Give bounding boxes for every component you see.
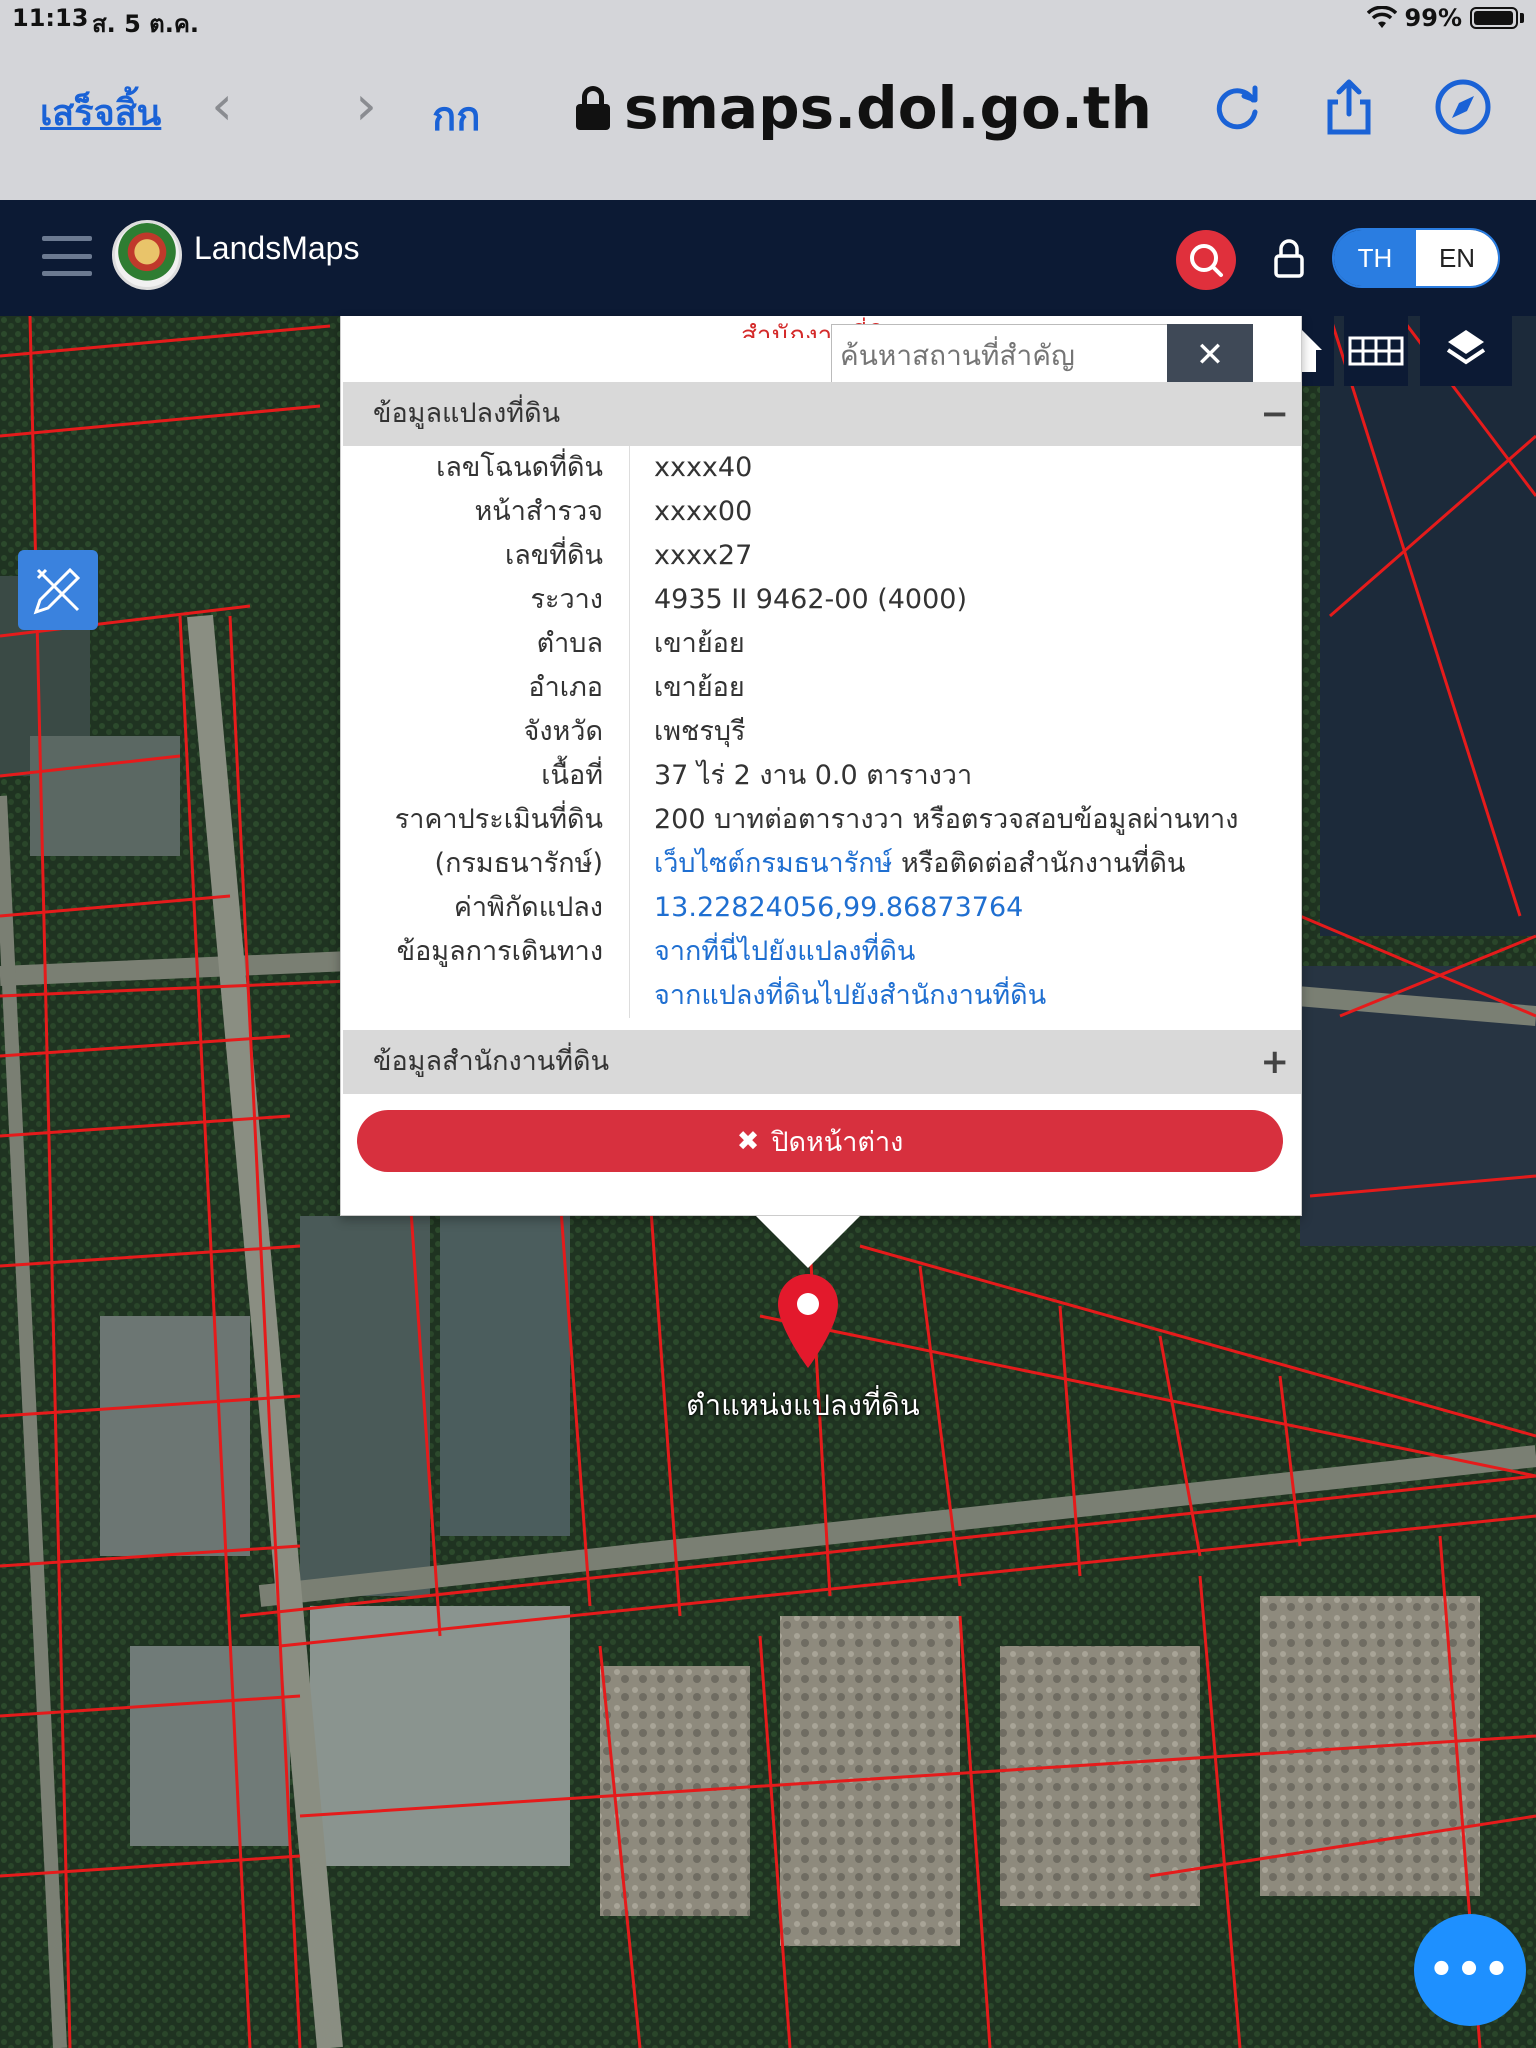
search-clear-button[interactable]: ✕ bbox=[1167, 324, 1253, 386]
landmark-search-box[interactable] bbox=[831, 324, 1171, 386]
row-coordinates: ค่าพิกัดแปลง 13.22824056,99.86873764 bbox=[343, 886, 1301, 930]
address-bar[interactable]: smaps.dol.go.th bbox=[576, 74, 1152, 142]
row-value: จากแปลงที่ดินไปยังสำนักงานที่ดิน bbox=[629, 974, 1301, 1018]
contact-office-text: หรือติดต่อสำนักงานที่ดิน bbox=[892, 848, 1186, 879]
directions-to-parcel-link[interactable]: จากที่นี่ไปยังแปลงที่ดิน bbox=[654, 936, 915, 967]
parcel-info-popup: สำนักงานที่ดิน ✕ ข้อมูลแปลงที่ดิน − เลขโ… bbox=[340, 316, 1302, 1216]
row-value: 37 ไร่ 2 งาน 0.0 ตารางวา bbox=[629, 754, 1301, 798]
row-map-sheet: ระวาง 4935 II 9462-00 (4000) bbox=[343, 578, 1301, 622]
directions-to-office-link[interactable]: จากแปลงที่ดินไปยังสำนักงานที่ดิน bbox=[654, 980, 1046, 1011]
row-survey-page: หน้าสำรวจ xxxx00 bbox=[343, 490, 1301, 534]
parcel-section-header[interactable]: ข้อมูลแปลงที่ดิน − bbox=[343, 382, 1301, 446]
done-button[interactable]: เสร็จสิ้น bbox=[40, 84, 161, 141]
row-label: อำเภอ bbox=[528, 672, 603, 703]
location-pin-icon[interactable] bbox=[772, 1272, 844, 1372]
share-icon[interactable] bbox=[1320, 78, 1378, 136]
row-deed-number: เลขโฉนดที่ดิน xxxx40 bbox=[343, 446, 1301, 490]
row-value: จากที่นี่ไปยังแปลงที่ดิน bbox=[629, 930, 1301, 974]
row-value: 4935 II 9462-00 (4000) bbox=[629, 578, 1301, 622]
landmark-search-input[interactable] bbox=[832, 325, 1170, 385]
treasury-website-link[interactable]: เว็บไซต์กรมธนารักษ์ bbox=[654, 848, 892, 879]
row-value: xxxx00 bbox=[629, 490, 1301, 534]
row-value: เขาย้อย bbox=[629, 666, 1301, 710]
row-label: ข้อมูลการเดินทาง bbox=[396, 936, 603, 967]
row-area: เนื้อที่ 37 ไร่ 2 งาน 0.0 ตารางวา bbox=[343, 754, 1301, 798]
collapse-icon[interactable]: − bbox=[1261, 382, 1290, 446]
row-value: เว็บไซต์กรมธนารักษ์ หรือติดต่อสำนักงานที… bbox=[629, 842, 1301, 886]
parcel-info-table: เลขโฉนดที่ดิน xxxx40 หน้าสำรวจ xxxx00 เล… bbox=[343, 446, 1301, 1018]
grid-icon bbox=[1348, 336, 1404, 366]
row-label bbox=[343, 974, 629, 1018]
grid-button[interactable] bbox=[1344, 316, 1408, 386]
status-time: 11:13 bbox=[12, 4, 89, 32]
parcel-section-title: ข้อมูลแปลงที่ดิน bbox=[373, 398, 561, 429]
battery-icon bbox=[1470, 7, 1518, 29]
forward-chevron-icon[interactable]: › bbox=[346, 78, 386, 134]
address-text: smaps.dol.go.th bbox=[624, 74, 1152, 142]
row-province: จังหวัด เพชรบุรี bbox=[343, 710, 1301, 754]
pin-label: ตำแหน่งแปลงที่ดิน bbox=[686, 1388, 920, 1422]
search-button[interactable] bbox=[1176, 230, 1236, 290]
coordinates-link[interactable]: 13.22824056,99.86873764 bbox=[654, 892, 1023, 923]
row-value: เพชรบุรี bbox=[629, 710, 1301, 754]
row-district: อำเภอ เขาย้อย bbox=[343, 666, 1301, 710]
row-value: xxxx27 bbox=[629, 534, 1301, 578]
row-label: เลขที่ดิน bbox=[504, 540, 603, 571]
status-right: 99% bbox=[1366, 4, 1524, 32]
login-lock-icon[interactable] bbox=[1272, 236, 1306, 280]
brand-name: LandsMaps bbox=[194, 230, 360, 266]
row-label: (กรมธนารักษ์) bbox=[434, 848, 603, 879]
lock-icon bbox=[576, 86, 610, 130]
pencil-ruler-icon bbox=[33, 567, 81, 615]
status-date: ส. 5 ต.ค. bbox=[92, 10, 200, 38]
row-value: 200 บาทต่อตารางวา หรือตรวจสอบข้อมูลผ่านท… bbox=[629, 798, 1301, 842]
close-window-button[interactable]: ✖ ปิดหน้าต่าง bbox=[357, 1110, 1283, 1172]
close-window-label: ปิดหน้าต่าง bbox=[771, 1126, 904, 1158]
layers-icon bbox=[1446, 330, 1486, 365]
row-label: เนื้อที่ bbox=[541, 760, 603, 791]
row-directions-office: จากแปลงที่ดินไปยังสำนักงานที่ดิน bbox=[343, 974, 1301, 1018]
office-section-title: ข้อมูลสำนักงานที่ดิน bbox=[373, 1046, 610, 1077]
row-appraisal-price: ราคาประเมินที่ดิน 200 บาทต่อตารางวา หรือ… bbox=[343, 798, 1301, 842]
row-label: หน้าสำรวจ bbox=[474, 496, 603, 527]
dol-logo bbox=[112, 220, 182, 290]
row-value: เขาย้อย bbox=[629, 622, 1301, 666]
lang-en-button[interactable]: EN bbox=[1416, 230, 1498, 286]
row-label: ตำบล bbox=[536, 628, 603, 659]
wifi-icon bbox=[1366, 6, 1397, 28]
battery-percent: 99% bbox=[1404, 4, 1462, 32]
row-label: ราคาประเมินที่ดิน bbox=[394, 804, 603, 835]
row-treasury: (กรมธนารักษ์) เว็บไซต์กรมธนารักษ์ หรือติ… bbox=[343, 842, 1301, 886]
row-label: ค่าพิกัดแปลง bbox=[453, 892, 603, 923]
reload-icon[interactable] bbox=[1208, 78, 1266, 136]
back-chevron-icon[interactable]: ‹ bbox=[202, 78, 242, 134]
browser-chrome: 11:13 ส. 5 ต.ค. 99% เสร็จสิ้น ‹ › กก sma… bbox=[0, 0, 1536, 200]
more-options-button[interactable]: ••• bbox=[1414, 1914, 1526, 2026]
row-label: จังหวัด bbox=[523, 716, 604, 747]
menu-icon[interactable] bbox=[42, 236, 92, 276]
row-directions: ข้อมูลการเดินทาง จากที่นี่ไปยังแปลงที่ดิ… bbox=[343, 930, 1301, 974]
row-value: xxxx40 bbox=[629, 446, 1301, 490]
draw-tool-button[interactable] bbox=[18, 550, 98, 630]
row-subdistrict: ตำบล เขาย้อย bbox=[343, 622, 1301, 666]
battery-tip bbox=[1520, 13, 1524, 23]
row-value: 13.22824056,99.86873764 bbox=[629, 886, 1301, 930]
row-label: ระวาง bbox=[530, 584, 603, 615]
compass-icon[interactable] bbox=[1434, 78, 1492, 136]
office-section-header[interactable]: ข้อมูลสำนักงานที่ดิน + bbox=[343, 1030, 1301, 1094]
close-x-icon: ✖ bbox=[736, 1125, 760, 1157]
row-land-number: เลขที่ดิน xxxx27 bbox=[343, 534, 1301, 578]
search-icon bbox=[1190, 244, 1223, 277]
language-toggle[interactable]: TH EN bbox=[1332, 228, 1500, 288]
lang-th-button[interactable]: TH bbox=[1334, 230, 1416, 286]
row-label: เลขโฉนดที่ดิน bbox=[436, 452, 603, 483]
layers-button[interactable] bbox=[1420, 316, 1512, 386]
text-size-button[interactable]: กก bbox=[432, 84, 480, 148]
expand-icon[interactable]: + bbox=[1261, 1030, 1290, 1094]
popup-pointer bbox=[756, 1216, 860, 1268]
app-header: LandsMaps TH EN bbox=[0, 200, 1536, 316]
